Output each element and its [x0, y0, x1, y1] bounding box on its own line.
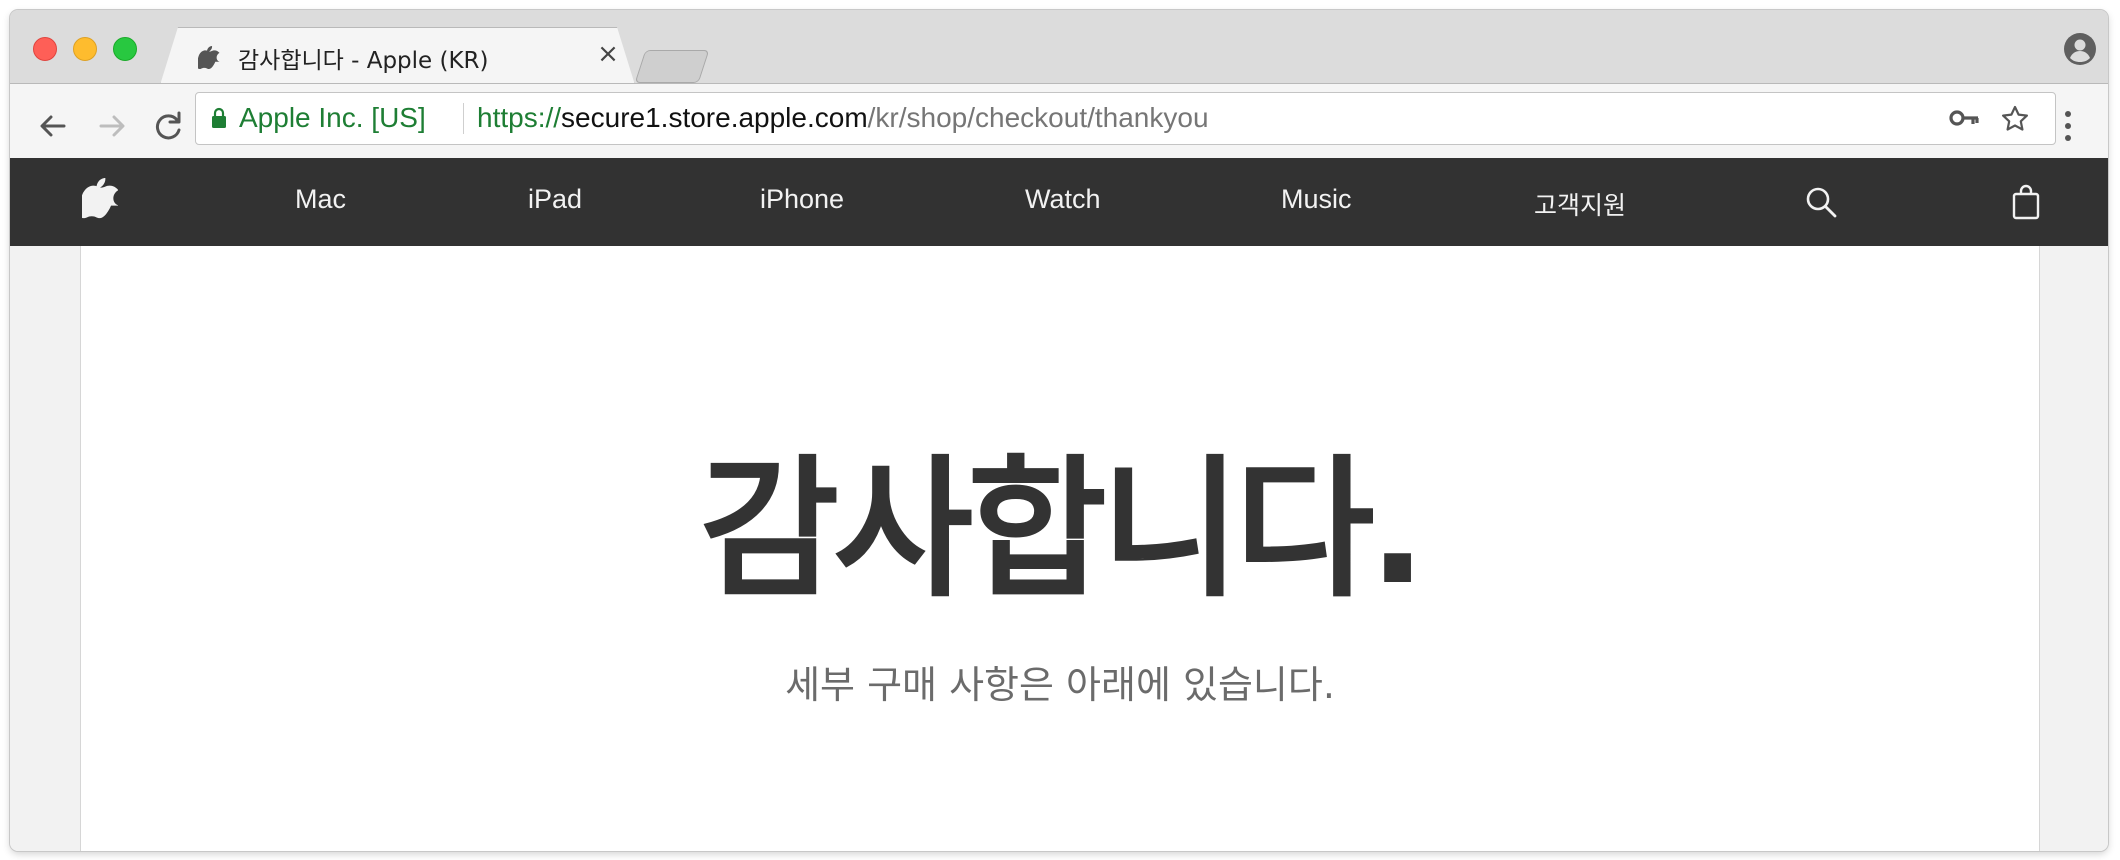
apple-logo-icon — [198, 46, 220, 69]
shopping-bag-icon[interactable] — [2011, 183, 2041, 221]
profile-icon[interactable] — [2063, 32, 2097, 66]
key-icon[interactable] — [1948, 106, 1980, 130]
reload-icon[interactable] — [148, 106, 188, 146]
kebab-menu-icon[interactable] — [2061, 108, 2075, 144]
nav-item-ipad[interactable]: iPad — [528, 184, 582, 215]
nav-item-watch[interactable]: Watch — [1025, 184, 1101, 215]
url-text[interactable]: https://secure1.store.apple.com/kr/shop/… — [477, 102, 1209, 134]
tab-close-icon[interactable]: × — [593, 39, 623, 69]
star-icon[interactable] — [2000, 104, 2030, 134]
window-minimize-button[interactable] — [73, 37, 97, 61]
tab-strip: 감사합니다 - Apple (KR) × — [10, 10, 2108, 83]
url-scheme: https:// — [477, 102, 562, 133]
url-host: secure1.store.apple.com — [561, 102, 868, 133]
browser-toolbar: Apple Inc. [US] https://secure1.store.ap… — [10, 83, 2108, 169]
page-title: 감사합니다. — [699, 441, 1427, 618]
secure-org-label: Apple Inc. [US] — [239, 102, 426, 133]
nav-item-music[interactable]: Music — [1281, 184, 1352, 215]
nav-item-iphone[interactable]: iPhone — [760, 184, 844, 215]
apple-global-nav: Mac iPad iPhone Watch Music 고객지원 — [10, 158, 2108, 246]
nav-item-support[interactable]: 고객지원 — [1534, 186, 1626, 222]
lock-icon — [212, 107, 226, 128]
apple-logo-icon[interactable] — [82, 178, 118, 220]
browser-window: 감사합니다 - Apple (KR) × Apple Inc. [US] htt… — [10, 10, 2108, 851]
window-zoom-button[interactable] — [113, 37, 137, 61]
nav-item-mac[interactable]: Mac — [295, 184, 346, 215]
arrow-right-icon[interactable] — [92, 106, 132, 146]
address-bar[interactable]: Apple Inc. [US] https://secure1.store.ap… — [195, 92, 2056, 145]
search-icon[interactable] — [1804, 185, 1838, 219]
url-path: /kr/shop/checkout/thankyou — [867, 102, 1209, 133]
thank-you-card: 감사합니다. 세부 구매 사항은 아래에 있습니다. — [80, 246, 2040, 851]
new-tab-button[interactable] — [634, 50, 710, 83]
tab-title: 감사합니다 - Apple (KR) — [238, 48, 489, 74]
active-tab[interactable]: 감사합니다 - Apple (KR) × — [160, 27, 633, 84]
window-close-button[interactable] — [33, 37, 57, 61]
arrow-left-icon[interactable] — [33, 106, 73, 146]
omnibox-divider — [463, 103, 464, 134]
page-subtitle: 세부 구매 사항은 아래에 있습니다. — [785, 663, 1335, 707]
